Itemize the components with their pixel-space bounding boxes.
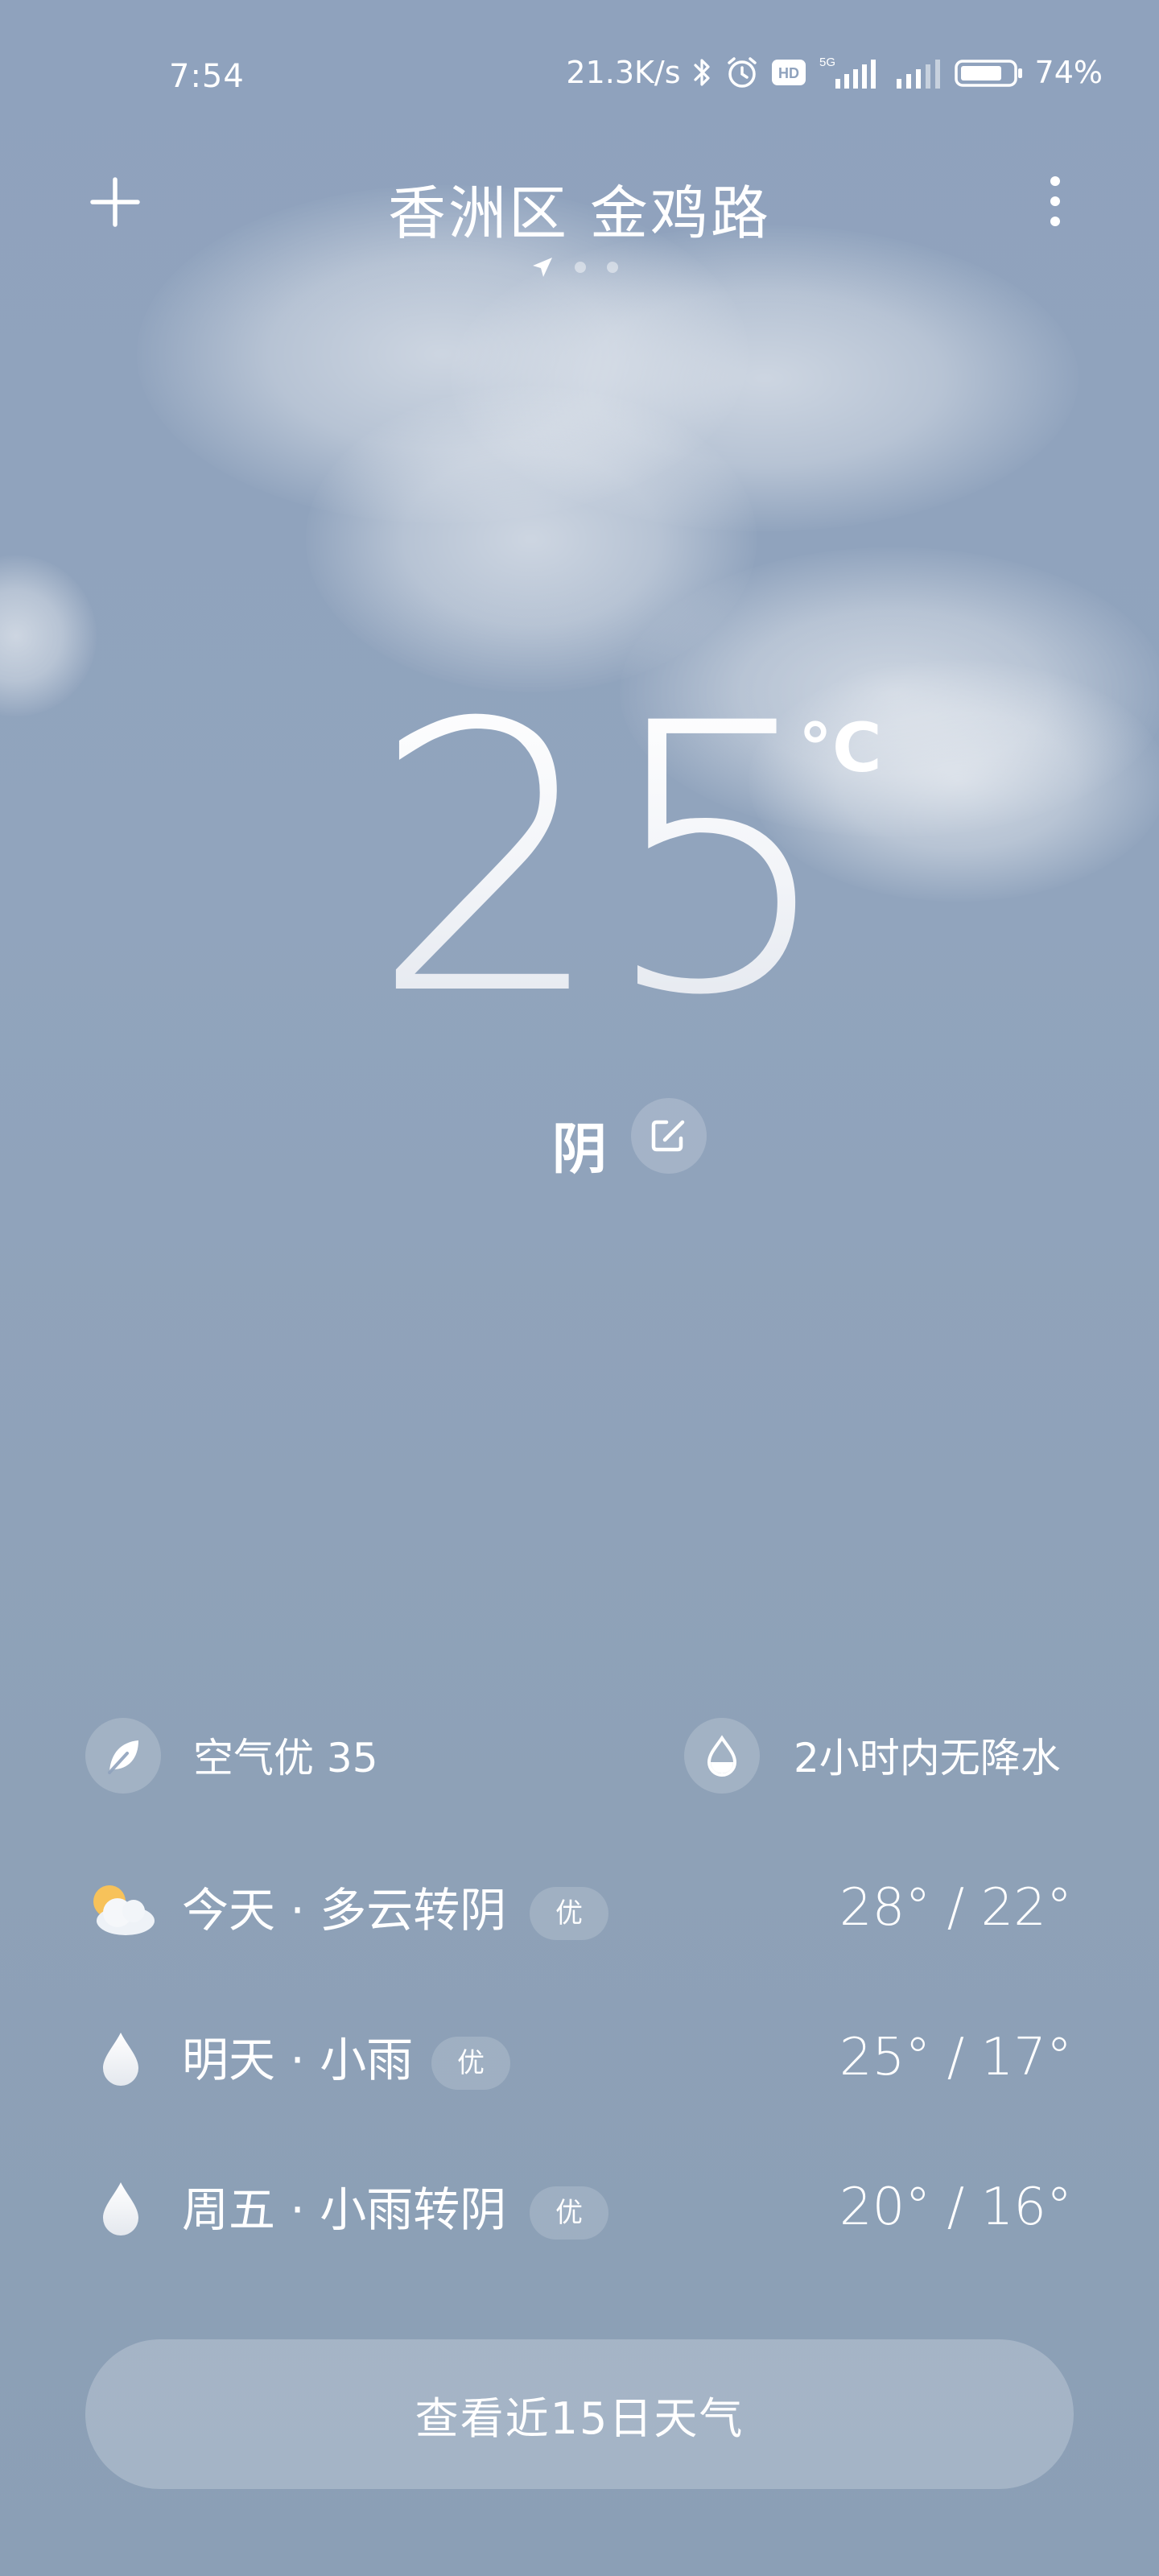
- aqi-badge: 优: [530, 1887, 608, 1940]
- leaf-icon: [108, 1740, 138, 1774]
- battery-level: 74%: [1034, 55, 1103, 90]
- page-indicator: [531, 256, 618, 279]
- page-dot[interactable]: [575, 262, 586, 273]
- share-button[interactable]: [631, 1098, 707, 1174]
- status-time: 7:54: [169, 58, 245, 95]
- location-title: 香洲区 金鸡路: [388, 180, 771, 247]
- view-15-day-forecast-button[interactable]: 查看近15日天气: [85, 2339, 1074, 2489]
- aqi-badge: 优: [431, 2037, 510, 2090]
- forecast-temp-range: 28° / 22°: [839, 1878, 1072, 1938]
- signal-icon: 5G: [818, 55, 884, 90]
- edit-share-icon: [651, 1120, 685, 1152]
- alarm-icon: [724, 55, 760, 90]
- precipitation-text[interactable]: 2小时内无降水: [794, 1734, 1061, 1782]
- network-speed: 21.3K/s: [566, 55, 681, 90]
- temperature-unit: °C: [798, 708, 882, 787]
- bluetooth-icon: [692, 56, 713, 89]
- precipitation-icon-button[interactable]: [684, 1718, 760, 1794]
- forecast-row-friday[interactable]: 周五 · 小雨转阴 优 20° / 16°: [80, 2169, 1079, 2249]
- water-drop-icon: [707, 1735, 737, 1777]
- forecast-day-label: 周五 · 小雨转阴: [182, 2182, 507, 2237]
- more-menu-button[interactable]: [1027, 169, 1083, 233]
- forecast-temp-range: 20° / 16°: [839, 2178, 1072, 2237]
- hd-icon: HD: [771, 58, 806, 87]
- svg-text:HD: HD: [778, 65, 799, 81]
- plus-icon: [90, 177, 140, 227]
- forecast-day-label: 明天 · 小雨: [182, 2033, 414, 2087]
- battery-icon: [954, 56, 1024, 89]
- forecast-row-today[interactable]: 今天 · 多云转阴 优 28° / 22°: [80, 1869, 1079, 1950]
- raindrop-icon: [80, 2019, 161, 2099]
- air-quality-icon-button[interactable]: [85, 1718, 161, 1794]
- forecast-row-tomorrow[interactable]: 明天 · 小雨 优 25° / 17°: [80, 2019, 1079, 2099]
- forecast-temp-range: 25° / 17°: [839, 2028, 1072, 2087]
- location-arrow-icon: [533, 258, 552, 277]
- status-indicators: 21.3K/s HD 5G 74%: [566, 55, 1103, 90]
- page-dot[interactable]: [607, 262, 618, 273]
- status-bar: 7:54 21.3K/s HD 5G 74%: [0, 0, 1159, 161]
- air-quality-text[interactable]: 空气优 35: [193, 1734, 378, 1782]
- more-vertical-icon: [1050, 176, 1060, 226]
- aqi-badge: 优: [530, 2186, 608, 2240]
- network-type: 5G: [819, 56, 835, 69]
- raindrop-icon: [80, 2169, 161, 2249]
- current-condition: 阴: [552, 1118, 608, 1182]
- forecast-day-label: 今天 · 多云转阴: [182, 1883, 507, 1938]
- signal-icon: [895, 55, 943, 90]
- add-city-button[interactable]: [87, 174, 143, 230]
- weather-screen: 7:54 21.3K/s HD 5G 74% 香洲区 金鸡路 25 °C 阴 空…: [0, 0, 1159, 2576]
- current-temperature: 25: [370, 646, 836, 1076]
- partly-cloudy-icon: [80, 1869, 161, 1950]
- cloud-decoration: [0, 555, 97, 716]
